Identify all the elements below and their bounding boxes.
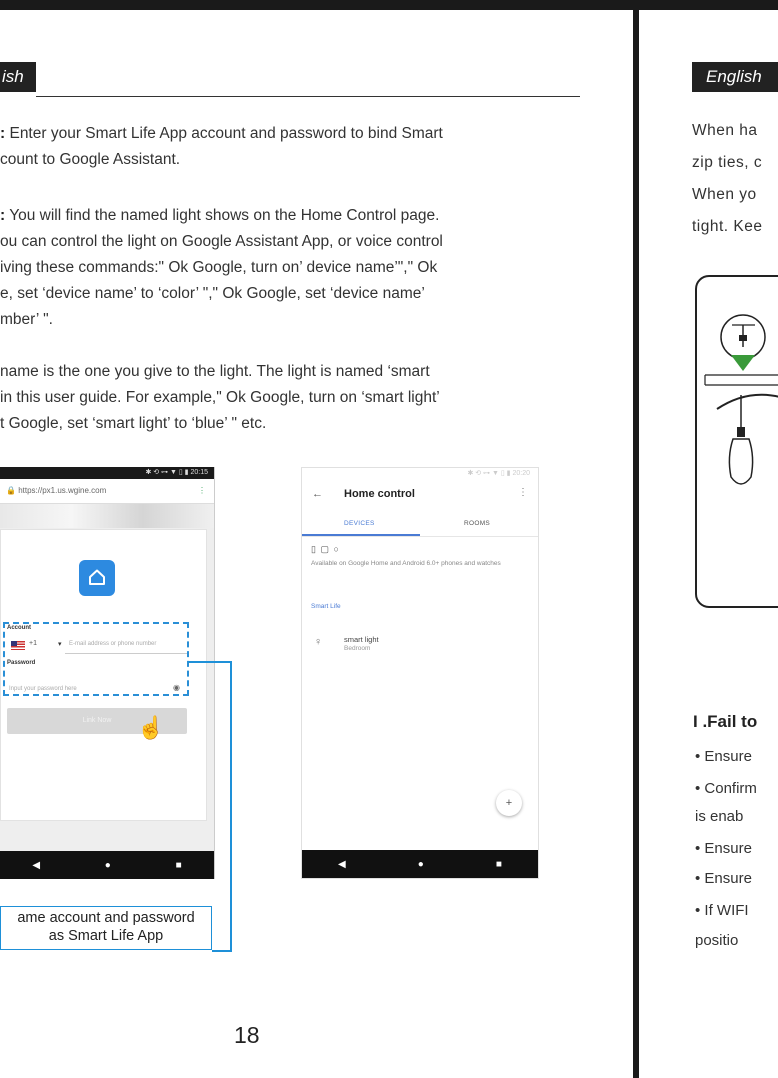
home-icon[interactable]: ● bbox=[418, 859, 424, 870]
text-line: t Google, set ‘smart light’ to ‘blue’ " … bbox=[0, 415, 267, 432]
status-bar: ✱ ⟲ ⊶ ▼ ▯ ▮ 20:20 bbox=[302, 468, 538, 480]
callout-connector bbox=[212, 950, 232, 952]
device-name[interactable]: smart light bbox=[344, 635, 379, 644]
text-line: tight. Kee bbox=[692, 218, 763, 235]
bullet-item: • Ensure bbox=[695, 748, 752, 765]
language-tag-right: English bbox=[692, 62, 778, 92]
section-smart-life: Smart Life bbox=[311, 603, 341, 610]
highlight-dashed-box bbox=[3, 622, 189, 696]
back-icon[interactable]: ◀ bbox=[32, 860, 40, 871]
text-line: zip ties, c bbox=[692, 154, 763, 171]
header-rule bbox=[36, 96, 580, 97]
overflow-menu-icon[interactable]: ⋮ bbox=[518, 487, 528, 498]
language-tag: ish bbox=[0, 62, 36, 92]
add-device-button[interactable]: + bbox=[496, 790, 522, 816]
callout-box: ame account and password as Smart Life A… bbox=[0, 906, 212, 950]
status-bar: ✱ ⟲ ⊶ ▼ ▯ ▮ 20:15 bbox=[0, 467, 214, 479]
text-line: e, set ‘device name’ to ‘color’ "," Ok G… bbox=[0, 285, 425, 302]
device-type-icons: ▯ ▢ ○ bbox=[311, 544, 340, 554]
callout-connector bbox=[188, 661, 232, 663]
status-indicators: ✱ ⟲ ⊶ ▼ ▯ ▮ 20:20 bbox=[467, 470, 530, 477]
tab-rooms[interactable]: ROOMS bbox=[464, 520, 490, 527]
bullet-item: positio bbox=[695, 932, 739, 949]
android-nav-bar: ◀ ● ■ bbox=[0, 851, 214, 879]
text-line: ou can control the light on Google Assis… bbox=[0, 233, 443, 250]
status-indicators: ✱ ⟲ ⊶ ▼ ▯ ▮ 20:15 bbox=[145, 469, 208, 476]
bullet-item: • Confirm bbox=[695, 780, 757, 797]
text-line: When yo bbox=[692, 186, 757, 203]
section-heading: I .Fail to bbox=[693, 712, 758, 731]
banner-image bbox=[0, 504, 214, 528]
android-nav-bar: ◀ ● ■ bbox=[302, 850, 538, 878]
back-arrow-icon[interactable]: ← bbox=[312, 488, 323, 500]
top-border bbox=[0, 0, 778, 10]
phone-screenshot-home-control: ✱ ⟲ ⊶ ▼ ▯ ▮ 20:20 ← Home control ⋮ DEVIC… bbox=[301, 467, 539, 879]
pointer-hand-icon: ☝ bbox=[137, 715, 165, 740]
text-line: When ha bbox=[692, 122, 758, 139]
language-tag-label: English bbox=[706, 67, 762, 86]
bullet-item: is enab bbox=[695, 808, 744, 825]
recents-icon[interactable]: ■ bbox=[496, 859, 502, 870]
availability-note: Available on Google Home and Android 6.0… bbox=[311, 560, 501, 567]
step-paragraph-2: : You will find the named light shows on… bbox=[0, 203, 615, 333]
note-paragraph: name is the one you give to the light. T… bbox=[0, 359, 615, 437]
smart-life-app-icon bbox=[79, 560, 115, 596]
page-number: 18 bbox=[234, 1022, 260, 1048]
light-bulb-icon: ♀ bbox=[314, 636, 323, 648]
callout-line: ame account and password bbox=[17, 910, 195, 926]
app-header: ← Home control ⋮ bbox=[302, 480, 538, 510]
browser-menu-icon[interactable]: ⋮ bbox=[198, 479, 206, 503]
address-bar[interactable]: 🔒 https://px1.us.wgine.com ⋮ bbox=[0, 479, 214, 504]
text-line: mber’ ". bbox=[0, 311, 53, 328]
login-card: Account +1 ▾ E-mail address or phone num… bbox=[0, 529, 207, 821]
text-line: count to Google Assistant. bbox=[0, 151, 181, 168]
text-line: Enter your Smart Life App account and pa… bbox=[5, 125, 443, 142]
bullet-item: • Ensure bbox=[695, 840, 752, 857]
device-room: Bedroom bbox=[344, 645, 371, 652]
url-text: https://px1.us.wgine.com bbox=[18, 486, 107, 495]
phone-screenshot-login: ✱ ⟲ ⊶ ▼ ▯ ▮ 20:15 🔒 https://px1.us.wgine… bbox=[0, 467, 215, 879]
screen-title: Home control bbox=[344, 488, 415, 500]
string-light-illustration bbox=[704, 314, 778, 485]
back-icon[interactable]: ◀ bbox=[338, 859, 346, 870]
lock-url: 🔒 https://px1.us.wgine.com bbox=[6, 486, 107, 495]
bullet-item: • If WIFI bbox=[695, 902, 749, 919]
text-line: in this user guide. For example," Ok Goo… bbox=[0, 389, 440, 406]
step-paragraph-1: : Enter your Smart Life App account and … bbox=[0, 121, 615, 173]
installation-diagram bbox=[695, 275, 778, 608]
recents-icon[interactable]: ■ bbox=[176, 860, 182, 871]
tab-devices[interactable]: DEVICES bbox=[344, 520, 375, 527]
tab-separator bbox=[302, 536, 538, 537]
page-divider bbox=[633, 10, 639, 1078]
text-line: name is the one you give to the light. T… bbox=[0, 363, 430, 380]
bullet-item: • Ensure bbox=[695, 870, 752, 887]
callout-line: as Smart Life App bbox=[48, 928, 164, 944]
language-tag-label: ish bbox=[2, 67, 24, 86]
text-line: You will find the named light shows on t… bbox=[5, 207, 440, 224]
house-icon bbox=[89, 569, 105, 585]
text-line: iving these commands:" Ok Google, turn o… bbox=[0, 259, 438, 276]
callout-connector bbox=[230, 661, 232, 951]
home-icon[interactable]: ● bbox=[105, 860, 111, 871]
